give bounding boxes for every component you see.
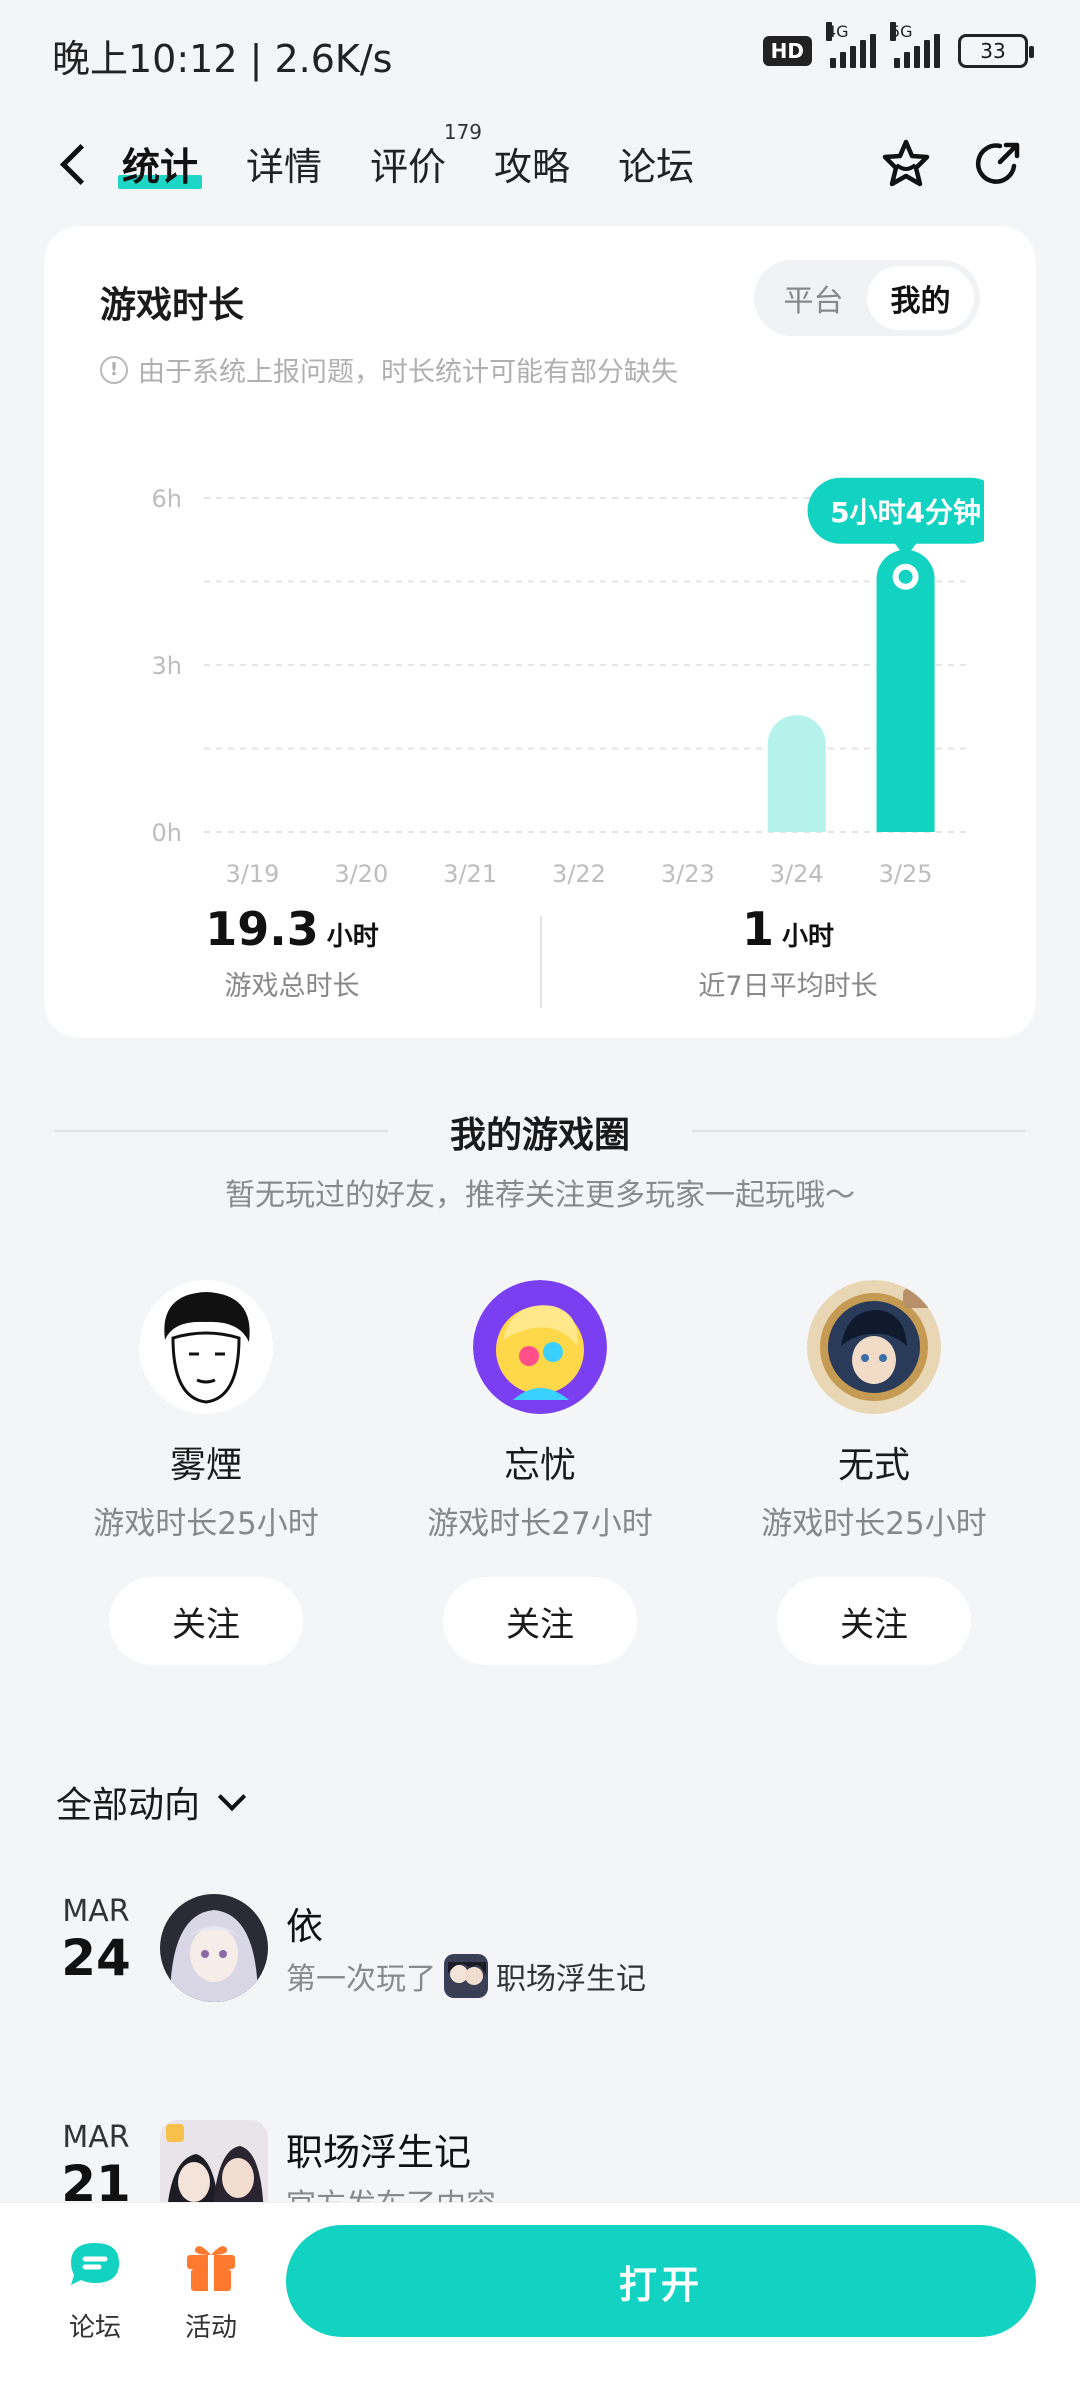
notice-text: 由于系统上报问题，时长统计可能有部分缺失 (138, 357, 678, 388)
battery-icon: 33 (958, 34, 1034, 68)
avg-value: 1 (741, 902, 774, 956)
game-circle-subtitle: 暂无玩过的好友，推荐关注更多玩家一起玩哦～ (225, 1178, 855, 1213)
total-playtime: 19.3 小时 游戏总时长 (44, 902, 540, 1003)
player-playtime: 游戏时长25小时 (93, 1506, 319, 1542)
hd-badge: HD (762, 36, 812, 66)
feed-description: 第一次玩了 职场浮生记 (286, 1954, 646, 1998)
player-card: 忘忧 游戏时长27小时 关注 (390, 1280, 690, 1665)
status-bar: 晚上10:12 | 2.6K/s HD 4G 5G 33 (0, 0, 1080, 100)
forum-label: 论坛 (68, 2313, 121, 2343)
feed-date: MAR 24 (56, 1894, 136, 1983)
scope-toggle: 平台 我的 (754, 260, 980, 336)
game-circle-header: 我的游戏圈 (54, 1104, 1026, 1156)
feed-day: 24 (61, 1929, 131, 1987)
value-label: 5小时4分钟 (830, 496, 981, 529)
y-tick-label: 0h (152, 819, 182, 847)
x-tick-label: 3/19 (225, 860, 279, 888)
info-icon: ! (100, 355, 128, 384)
game-link[interactable]: 职场浮生记 (496, 1954, 646, 1998)
game-circle-title: 我的游戏圈 (449, 1115, 630, 1156)
status-time: 晚上10:12 | 2.6K/s (52, 37, 393, 81)
avatar[interactable] (160, 1894, 268, 2002)
signal-5g-icon: 5G (890, 22, 940, 68)
player-name: 雾煙 (169, 1445, 242, 1486)
activity-filter[interactable]: 全部动向 (56, 1776, 247, 1828)
tab-guides[interactable]: 攻略 (494, 126, 570, 201)
nav-bar: 统计 详情 评价 179 攻略 论坛 (0, 110, 1080, 220)
tab-details[interactable]: 详情 (246, 126, 322, 201)
total-unit: 小时 (326, 922, 379, 952)
back-icon[interactable] (52, 134, 108, 194)
follow-button[interactable]: 关注 (443, 1577, 637, 1665)
forum-button[interactable]: 论坛 (40, 2233, 150, 2344)
chevron-down-icon (217, 1782, 247, 1812)
player-name: 忘忧 (503, 1445, 576, 1486)
feed-month: MAR (62, 2120, 130, 2155)
bar (876, 549, 935, 832)
average-playtime: 1 小时 近7日平均时长 (540, 902, 1036, 1003)
game-thumbnail (444, 1954, 488, 1998)
x-tick-label: 3/24 (770, 860, 824, 888)
tab-bar: 统计 详情 评价 179 攻略 论坛 (117, 120, 694, 201)
feed-author: 依 (286, 1905, 323, 1948)
share-icon[interactable] (966, 132, 1030, 196)
player-name: 无式 (837, 1445, 910, 1486)
signal-4g-icon: 4G (826, 22, 876, 68)
feed-item[interactable]: MAR 24 依 第一次玩了 职场浮生记 (56, 1894, 1016, 2024)
toggle-platform[interactable]: 平台 (760, 266, 867, 330)
activity-button[interactable]: 活动 (156, 2233, 266, 2344)
x-tick-label: 3/20 (334, 860, 388, 888)
tab-forum[interactable]: 论坛 (618, 126, 694, 201)
x-tick-label: 3/25 (879, 860, 933, 888)
y-tick-label: 6h (152, 485, 182, 513)
follow-button[interactable]: 关注 (109, 1577, 303, 1665)
avg-caption: 近7日平均时长 (698, 971, 878, 1002)
player-playtime: 游戏时长25小时 (761, 1506, 987, 1542)
playtime-chart: 0h 3h 6h 3/19 3/20 3/21 3/22 3/23 3/24 3/25 5小时4分钟 (152, 477, 984, 888)
bar (767, 715, 826, 832)
avatar[interactable] (139, 1280, 273, 1414)
activity-filter-label: 全部动向 (56, 1785, 201, 1826)
forum-icon (71, 2243, 119, 2285)
tab-reviews[interactable]: 评价 179 (370, 120, 482, 201)
status-icons: HD 4G 5G 33 (762, 22, 1034, 68)
avg-unit: 小时 (782, 922, 835, 952)
feed-date: MAR 21 (56, 2120, 136, 2209)
player-card: 无式 游戏时长25小时 关注 (724, 1280, 1024, 1665)
x-tick-label: 3/22 (552, 860, 606, 888)
x-tick-label: 3/21 (443, 860, 497, 888)
player-playtime: 游戏时长27小时 (427, 1506, 653, 1542)
recommended-players: 雾煙 游戏时长25小时 关注 忘忧 游戏时长27小时 关注 无式 游戏时长25小… (0, 1280, 1080, 1680)
y-tick-label: 3h (152, 652, 182, 680)
feed-author: 职场浮生记 (286, 2131, 471, 2174)
playtime-card: 游戏时长 平台 我的 ! 由于系统上报问题，时长统计可能有部分缺失 0h 3h 6h… (44, 226, 1036, 1038)
avatar[interactable] (473, 1280, 607, 1414)
toggle-mine[interactable]: 我的 (867, 266, 974, 330)
avatar[interactable] (807, 1280, 941, 1414)
gift-icon (187, 2246, 235, 2291)
total-caption: 游戏总时长 (224, 971, 360, 1002)
review-count-badge: 179 (443, 120, 483, 144)
activity-label: 活动 (184, 2313, 237, 2343)
card-title: 游戏时长 (100, 285, 245, 326)
x-tick-label: 3/23 (661, 860, 715, 888)
data-notice: ! 由于系统上报问题，时长统计可能有部分缺失 (100, 350, 678, 389)
tab-stats[interactable]: 统计 (117, 126, 203, 201)
open-game-button[interactable]: 打开 (286, 2225, 1036, 2337)
star-icon[interactable] (874, 132, 938, 196)
feed-month: MAR (62, 1894, 130, 1929)
bottom-action-bar: 论坛 活动 打开 (0, 2202, 1080, 2400)
total-value: 19.3 (205, 902, 319, 956)
bar-marker-dot (898, 569, 913, 584)
player-card: 雾煙 游戏时长25小时 关注 (56, 1280, 356, 1665)
follow-button[interactable]: 关注 (777, 1577, 971, 1665)
